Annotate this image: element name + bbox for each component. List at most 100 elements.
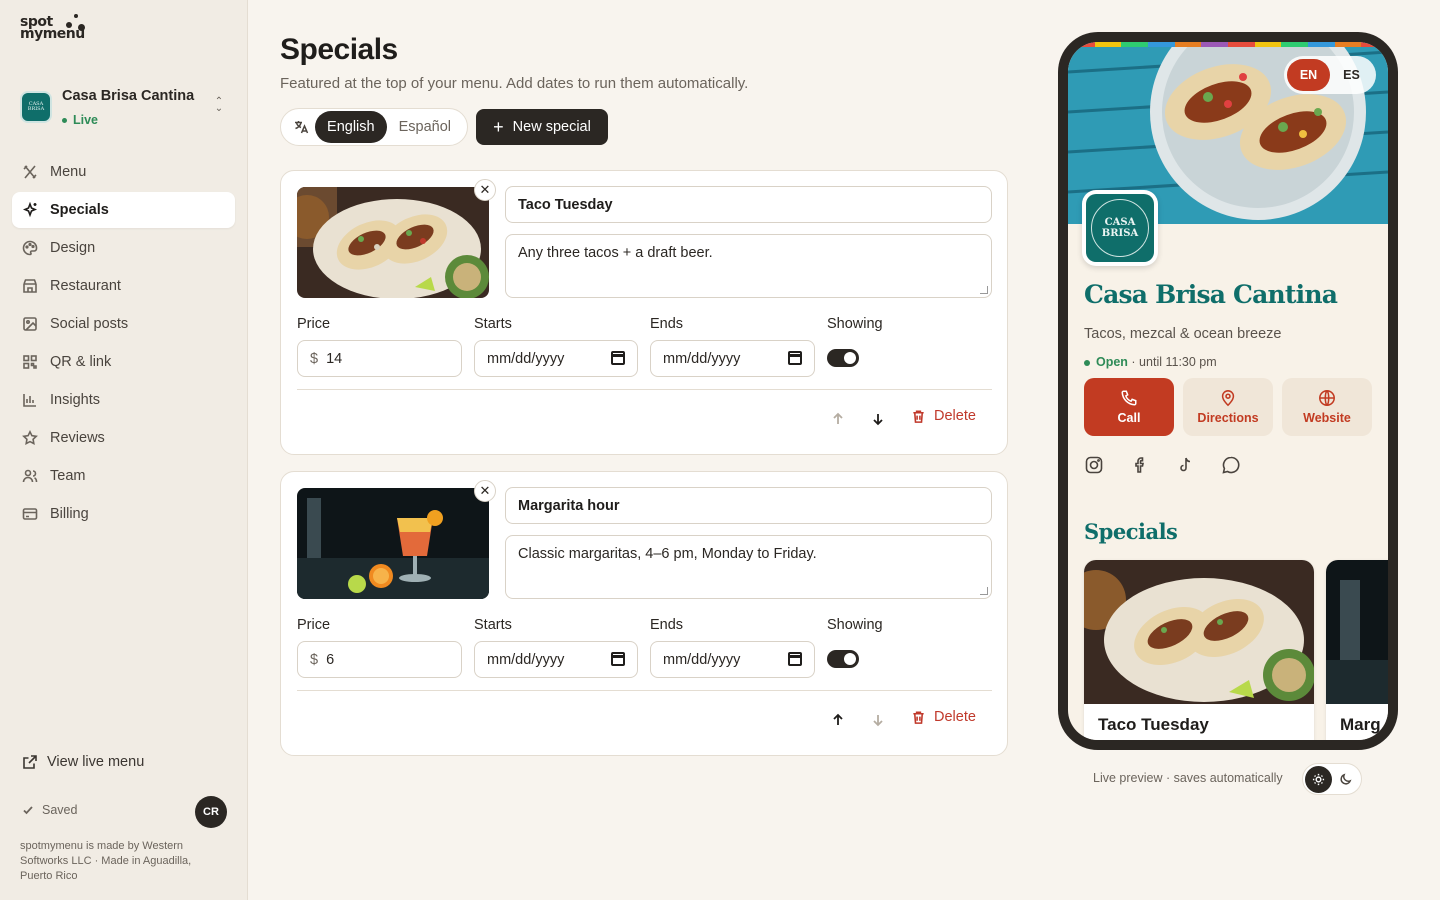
special-description-input[interactable]: Any three tacos + a draft beer. (505, 234, 992, 298)
sidebar-item-team[interactable]: Team (12, 458, 235, 494)
calendar-icon[interactable] (611, 351, 625, 365)
sidebar-item-specials[interactable]: Specials (12, 192, 235, 228)
live-status: Live (62, 113, 98, 127)
ends-date-input[interactable]: mm/dd/yyyy (650, 340, 815, 377)
live-status-label: Live (73, 113, 99, 127)
preview-screen: EN ES CASA BRISA Casa Brisa Cantina Taco… (1068, 42, 1388, 740)
special-title-input[interactable]: Margarita hour (505, 487, 992, 524)
page-title: Specials (280, 33, 398, 66)
sidebar-item-design[interactable]: Design (12, 230, 235, 266)
special-photo-tacos[interactable] (297, 187, 489, 298)
view-live-menu-link[interactable]: View live menu (22, 754, 144, 770)
sidebar-item-social-posts[interactable]: Social posts (12, 306, 235, 342)
special-title-input[interactable]: Taco Tuesday (505, 186, 992, 223)
preview-special-card[interactable]: Taco Tuesday (1084, 560, 1314, 740)
sidebar-item-label: Social posts (50, 316, 129, 332)
delete-button[interactable]: Delete (911, 709, 976, 725)
sidebar-item-restaurant[interactable]: Restaurant (12, 268, 235, 304)
sidebar-item-qr-link[interactable]: QR & link (12, 344, 235, 380)
globe-icon (1319, 390, 1335, 406)
preview-lang-en[interactable]: EN (1287, 59, 1330, 91)
preview-restaurant-logo: CASA BRISA (1082, 190, 1158, 266)
currency-symbol: $ (310, 350, 319, 367)
sidebar-item-label: Restaurant (50, 278, 121, 294)
lang-spanish-button[interactable]: Español (387, 111, 463, 143)
special-card: ✕ Taco Tuesday Any three tacos + a draft… (280, 170, 1008, 455)
price-input[interactable]: $14 (297, 340, 462, 377)
starts-label: Starts (474, 316, 512, 332)
preview-restaurant-name: Casa Brisa Cantina (1084, 280, 1338, 309)
delete-label: Delete (934, 408, 976, 424)
ends-date-input[interactable]: mm/dd/yyyy (650, 641, 815, 678)
sidebar-item-label: QR & link (50, 354, 112, 370)
divider (297, 389, 992, 390)
avatar[interactable]: CR (195, 796, 227, 828)
price-input[interactable]: $6 (297, 641, 462, 678)
light-mode-button[interactable] (1305, 765, 1332, 793)
new-special-button[interactable]: + New special (476, 109, 608, 145)
sidebar-item-menu[interactable]: Menu (12, 154, 235, 190)
preview-call-button[interactable]: Call (1084, 378, 1174, 436)
lang-english-button[interactable]: English (315, 111, 387, 143)
sidebar-item-label: Team (50, 468, 86, 484)
remove-photo-button[interactable]: ✕ (474, 480, 496, 502)
move-down-button[interactable] (868, 409, 888, 429)
special-description-text: Any three tacos + a draft beer. (518, 245, 713, 261)
special-description-input[interactable]: Classic margaritas, 4–6 pm, Monday to Fr… (505, 535, 992, 599)
move-down-button[interactable] (868, 710, 888, 730)
decorative-stripes (1068, 42, 1388, 47)
sidebar-item-insights[interactable]: Insights (12, 382, 235, 418)
delete-button[interactable]: Delete (911, 408, 976, 424)
preview-special-photo-tacos (1084, 560, 1314, 704)
currency-symbol: $ (310, 651, 319, 668)
palette-icon (22, 240, 38, 256)
showing-toggle[interactable] (827, 349, 859, 367)
preview-special-card[interactable]: Marg (1326, 560, 1388, 740)
restaurant-logo: CASA BRISA (20, 91, 52, 123)
price-value: 6 (326, 651, 335, 668)
sidebar-item-label: Design (50, 240, 96, 256)
instagram-icon[interactable] (1084, 455, 1106, 477)
preview-special-photo-margarita (1326, 560, 1388, 704)
live-preview-phone: EN ES CASA BRISA Casa Brisa Cantina Taco… (1058, 32, 1398, 750)
showing-toggle[interactable] (827, 650, 859, 668)
calendar-icon[interactable] (788, 351, 802, 365)
arrow-down-icon (873, 715, 883, 727)
preview-directions-button[interactable]: Directions (1183, 378, 1273, 436)
preview-website-button[interactable]: Website (1282, 378, 1372, 436)
preview-open-status: Open · until 11:30 pm (1084, 355, 1217, 369)
calendar-icon[interactable] (788, 652, 802, 666)
divider (297, 690, 992, 691)
tiktok-icon[interactable] (1175, 455, 1197, 477)
restaurant-switcher[interactable]: CASA BRISA Casa Brisa Cantina Live ⌃ ⌄ (20, 86, 230, 130)
check-icon (23, 806, 33, 815)
facebook-icon[interactable] (1130, 455, 1152, 477)
directions-label: Directions (1197, 411, 1259, 425)
trash-icon (913, 711, 924, 724)
sparkles-icon (22, 202, 38, 218)
external-link-icon (23, 755, 37, 769)
calendar-icon[interactable] (611, 652, 625, 666)
special-photo-margarita[interactable] (297, 488, 489, 599)
bar-chart-icon (22, 392, 38, 408)
phone-icon (1121, 390, 1137, 406)
restaurant-name: Casa Brisa Cantina (62, 88, 195, 104)
move-up-button[interactable] (828, 409, 848, 429)
remove-photo-button[interactable]: ✕ (474, 179, 496, 201)
footer-note: spotmymenu is made by Western Softworks … (20, 840, 192, 882)
saved-label: Saved (42, 803, 78, 817)
view-live-label: View live menu (47, 754, 145, 770)
starts-date-input[interactable]: mm/dd/yyyy (474, 641, 638, 678)
preview-lang-es[interactable]: ES (1330, 59, 1373, 91)
sidebar-item-billing[interactable]: Billing (12, 496, 235, 532)
preview-tagline: Tacos, mezcal & ocean breeze (1084, 326, 1282, 342)
spotmymenu-logo[interactable]: spot mymenu (20, 14, 90, 52)
open-until: · until 11:30 pm (1127, 355, 1217, 369)
starts-date-input[interactable]: mm/dd/yyyy (474, 340, 638, 377)
message-icon[interactable] (1221, 455, 1243, 477)
map-pin-icon (1221, 390, 1235, 407)
dark-mode-button[interactable] (1332, 766, 1359, 793)
sidebar-item-reviews[interactable]: Reviews (12, 420, 235, 456)
saved-status: Saved (22, 803, 77, 817)
move-up-button[interactable] (828, 710, 848, 730)
